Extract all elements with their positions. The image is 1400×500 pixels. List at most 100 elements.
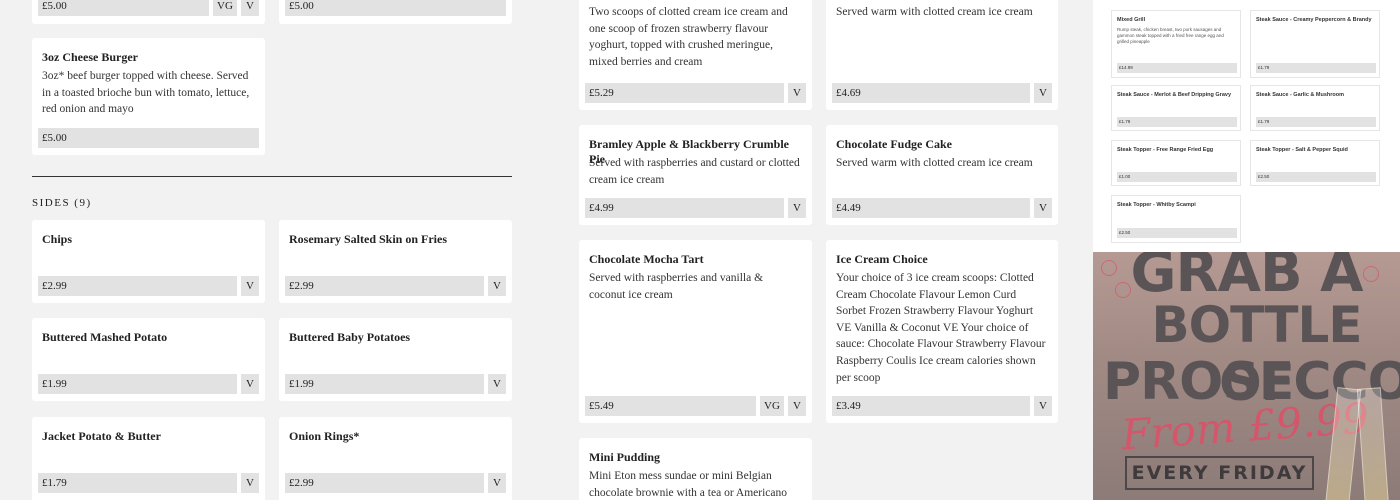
item-price: £2.99 bbox=[38, 276, 237, 296]
side-item-card[interactable]: Buttered Mashed Potato £1.99 V bbox=[32, 318, 265, 401]
menu-item-card[interactable]: £5.00 VG V bbox=[32, 0, 265, 24]
dessert-item-card[interactable]: Served warm with clotted cream ice cream… bbox=[826, 0, 1058, 110]
price-row: £2.99 V bbox=[285, 276, 506, 296]
mini-item-price: £14.99 bbox=[1117, 63, 1237, 73]
item-name: Ice Cream Choice bbox=[836, 252, 928, 266]
price-row: £4.69 V bbox=[832, 83, 1052, 103]
price-row: £5.00 VG V bbox=[38, 0, 259, 16]
section-divider bbox=[32, 176, 512, 177]
mini-menu-card[interactable]: Steak Sauce - Creamy Peppercorn & Brandy… bbox=[1250, 10, 1380, 78]
item-name: Chips bbox=[42, 232, 73, 246]
price-row: £2.99 V bbox=[285, 473, 506, 493]
item-price: £5.49 bbox=[585, 396, 756, 416]
item-price: £4.69 bbox=[832, 83, 1030, 103]
menu-column-left: £5.00 VG V £5.00 3oz Cheese Burger 3oz* … bbox=[0, 0, 545, 500]
price-row: £5.49 VG V bbox=[585, 396, 806, 416]
mini-item-name: Steak Topper - Salt & Pepper Squid bbox=[1256, 147, 1348, 153]
vegetarian-tag: V bbox=[1034, 396, 1052, 416]
item-price: £1.99 bbox=[285, 374, 484, 394]
mini-menu-card[interactable]: Steak Topper - Whitby Scampi £2.50 bbox=[1111, 195, 1241, 243]
price-row: £3.49 V bbox=[832, 396, 1052, 416]
side-item-card[interactable]: Buttered Baby Potatoes £1.99 V bbox=[279, 318, 512, 401]
side-item-card[interactable]: Onion Rings* £2.99 V bbox=[279, 417, 512, 500]
dessert-item-card[interactable]: Mini Pudding Mini Eton mess sundae or mi… bbox=[579, 438, 812, 500]
menu-column-middle: Two scoops of clotted cream ice cream an… bbox=[548, 0, 1090, 500]
mini-item-name: Steak Topper - Whitby Scampi bbox=[1117, 202, 1196, 208]
mini-item-name: Steak Sauce - Garlic & Mushroom bbox=[1256, 92, 1345, 98]
item-price: £5.00 bbox=[38, 128, 259, 148]
dessert-item-card[interactable]: Ice Cream Choice Your choice of 3 ice cr… bbox=[826, 240, 1058, 423]
item-name: Buttered Baby Potatoes bbox=[289, 330, 411, 344]
item-description: Two scoops of clotted cream ice cream an… bbox=[589, 6, 788, 68]
item-price: £5.00 bbox=[285, 0, 506, 16]
vegan-tag: VG bbox=[760, 396, 784, 416]
vegetarian-tag: V bbox=[1034, 198, 1052, 218]
item-description: Your choice of 3 ice cream scoops: Clott… bbox=[836, 272, 1046, 384]
item-price: £1.79 bbox=[38, 473, 237, 493]
mini-item-price: £1.79 bbox=[1117, 117, 1237, 127]
mini-menu-card[interactable]: Steak Topper - Free Range Fried Egg £1.0… bbox=[1111, 140, 1241, 186]
dessert-item-card[interactable]: Chocolate Mocha Tart Served with raspber… bbox=[579, 240, 812, 423]
dessert-item-card[interactable]: Chocolate Fudge Cake Served warm with cl… bbox=[826, 125, 1058, 225]
price-row: £4.49 V bbox=[832, 198, 1052, 218]
item-price: £3.49 bbox=[832, 396, 1030, 416]
mini-item-description: Rump steak, chicken breast, two pork sau… bbox=[1117, 27, 1224, 44]
vegetarian-tag: V bbox=[488, 374, 506, 394]
price-row: £1.99 V bbox=[38, 374, 259, 394]
item-price: £2.99 bbox=[285, 473, 484, 493]
item-name: Chocolate Fudge Cake bbox=[836, 137, 952, 151]
price-row: £5.00 bbox=[285, 0, 506, 16]
dessert-item-card[interactable]: Two scoops of clotted cream ice cream an… bbox=[579, 0, 812, 110]
mini-item-name: Steak Sauce - Creamy Peppercorn & Brandy bbox=[1256, 17, 1372, 23]
item-name: Rosemary Salted Skin on Fries bbox=[289, 232, 448, 246]
vegetarian-tag: V bbox=[241, 374, 259, 394]
item-description: Served with raspberries and vanilla & co… bbox=[589, 272, 764, 301]
item-name: 3oz Cheese Burger bbox=[42, 50, 138, 64]
item-price: £4.49 bbox=[832, 198, 1030, 218]
side-item-card[interactable]: Chips £2.99 V bbox=[32, 220, 265, 303]
mini-item-name: Mixed Grill bbox=[1117, 17, 1146, 23]
vegetarian-tag: V bbox=[241, 0, 259, 16]
mini-item-price: £1.00 bbox=[1117, 172, 1237, 182]
mini-menu-card[interactable]: Steak Sauce - Merlot & Beef Dripping Gra… bbox=[1111, 85, 1241, 131]
side-item-card[interactable]: Jacket Potato & Butter £1.79 V bbox=[32, 417, 265, 500]
item-price: £2.99 bbox=[285, 276, 484, 296]
vegetarian-tag: V bbox=[488, 276, 506, 296]
mini-menu-card[interactable]: Steak Topper - Salt & Pepper Squid £2.50 bbox=[1250, 140, 1380, 186]
vegetarian-tag: V bbox=[1034, 83, 1052, 103]
mini-menu-card[interactable]: Steak Sauce - Garlic & Mushroom £1.79 bbox=[1250, 85, 1380, 131]
item-description: Served warm with clotted cream ice cream bbox=[836, 6, 1033, 18]
mini-item-name: Steak Topper - Free Range Fried Egg bbox=[1117, 147, 1214, 153]
sides-section-heading: SIDES (9) bbox=[32, 197, 92, 209]
mini-menu-card[interactable]: Mixed Grill Rump steak, chicken breast, … bbox=[1111, 10, 1241, 78]
price-row: £1.99 V bbox=[285, 374, 506, 394]
menu-item-card[interactable]: £5.00 bbox=[279, 0, 512, 24]
mini-item-price: £1.79 bbox=[1256, 63, 1376, 73]
price-row: £5.00 bbox=[38, 128, 259, 148]
item-description: Mini Eton mess sundae or mini Belgian ch… bbox=[589, 470, 787, 499]
vegetarian-tag: V bbox=[788, 83, 806, 103]
item-name: Mini Pudding bbox=[589, 450, 661, 464]
mini-item-price: £2.50 bbox=[1117, 228, 1237, 238]
prosecco-promo-poster[interactable]: GRAB A BOTTLE OF PROSECCO From £9.99 EVE… bbox=[1093, 252, 1400, 500]
item-price: £5.29 bbox=[585, 83, 784, 103]
dessert-item-card[interactable]: Bramley Apple & Blackberry Crumble Pie S… bbox=[579, 125, 812, 225]
item-name: Jacket Potato & Butter bbox=[42, 429, 161, 443]
price-row: £2.99 V bbox=[38, 276, 259, 296]
mini-item-price: £1.79 bbox=[1256, 117, 1376, 127]
vegetarian-tag: V bbox=[488, 473, 506, 493]
vegetarian-tag: V bbox=[241, 276, 259, 296]
vegetarian-tag: V bbox=[788, 198, 806, 218]
menu-item-card[interactable]: 3oz Cheese Burger 3oz* beef burger toppe… bbox=[32, 38, 265, 155]
mini-item-name: Steak Sauce - Merlot & Beef Dripping Gra… bbox=[1117, 92, 1232, 98]
item-price: £5.00 bbox=[38, 0, 209, 16]
vegan-tag: VG bbox=[213, 0, 237, 16]
vegetarian-tag: V bbox=[788, 396, 806, 416]
price-row: £5.29 V bbox=[585, 83, 806, 103]
item-name: Buttered Mashed Potato bbox=[42, 330, 168, 344]
side-item-card[interactable]: Rosemary Salted Skin on Fries £2.99 V bbox=[279, 220, 512, 303]
item-description: 3oz* beef burger topped with cheese. Ser… bbox=[42, 70, 250, 116]
item-description: Served warm with clotted cream ice cream bbox=[836, 157, 1033, 169]
item-price: £1.99 bbox=[38, 374, 237, 394]
item-name: Chocolate Mocha Tart bbox=[589, 252, 704, 266]
